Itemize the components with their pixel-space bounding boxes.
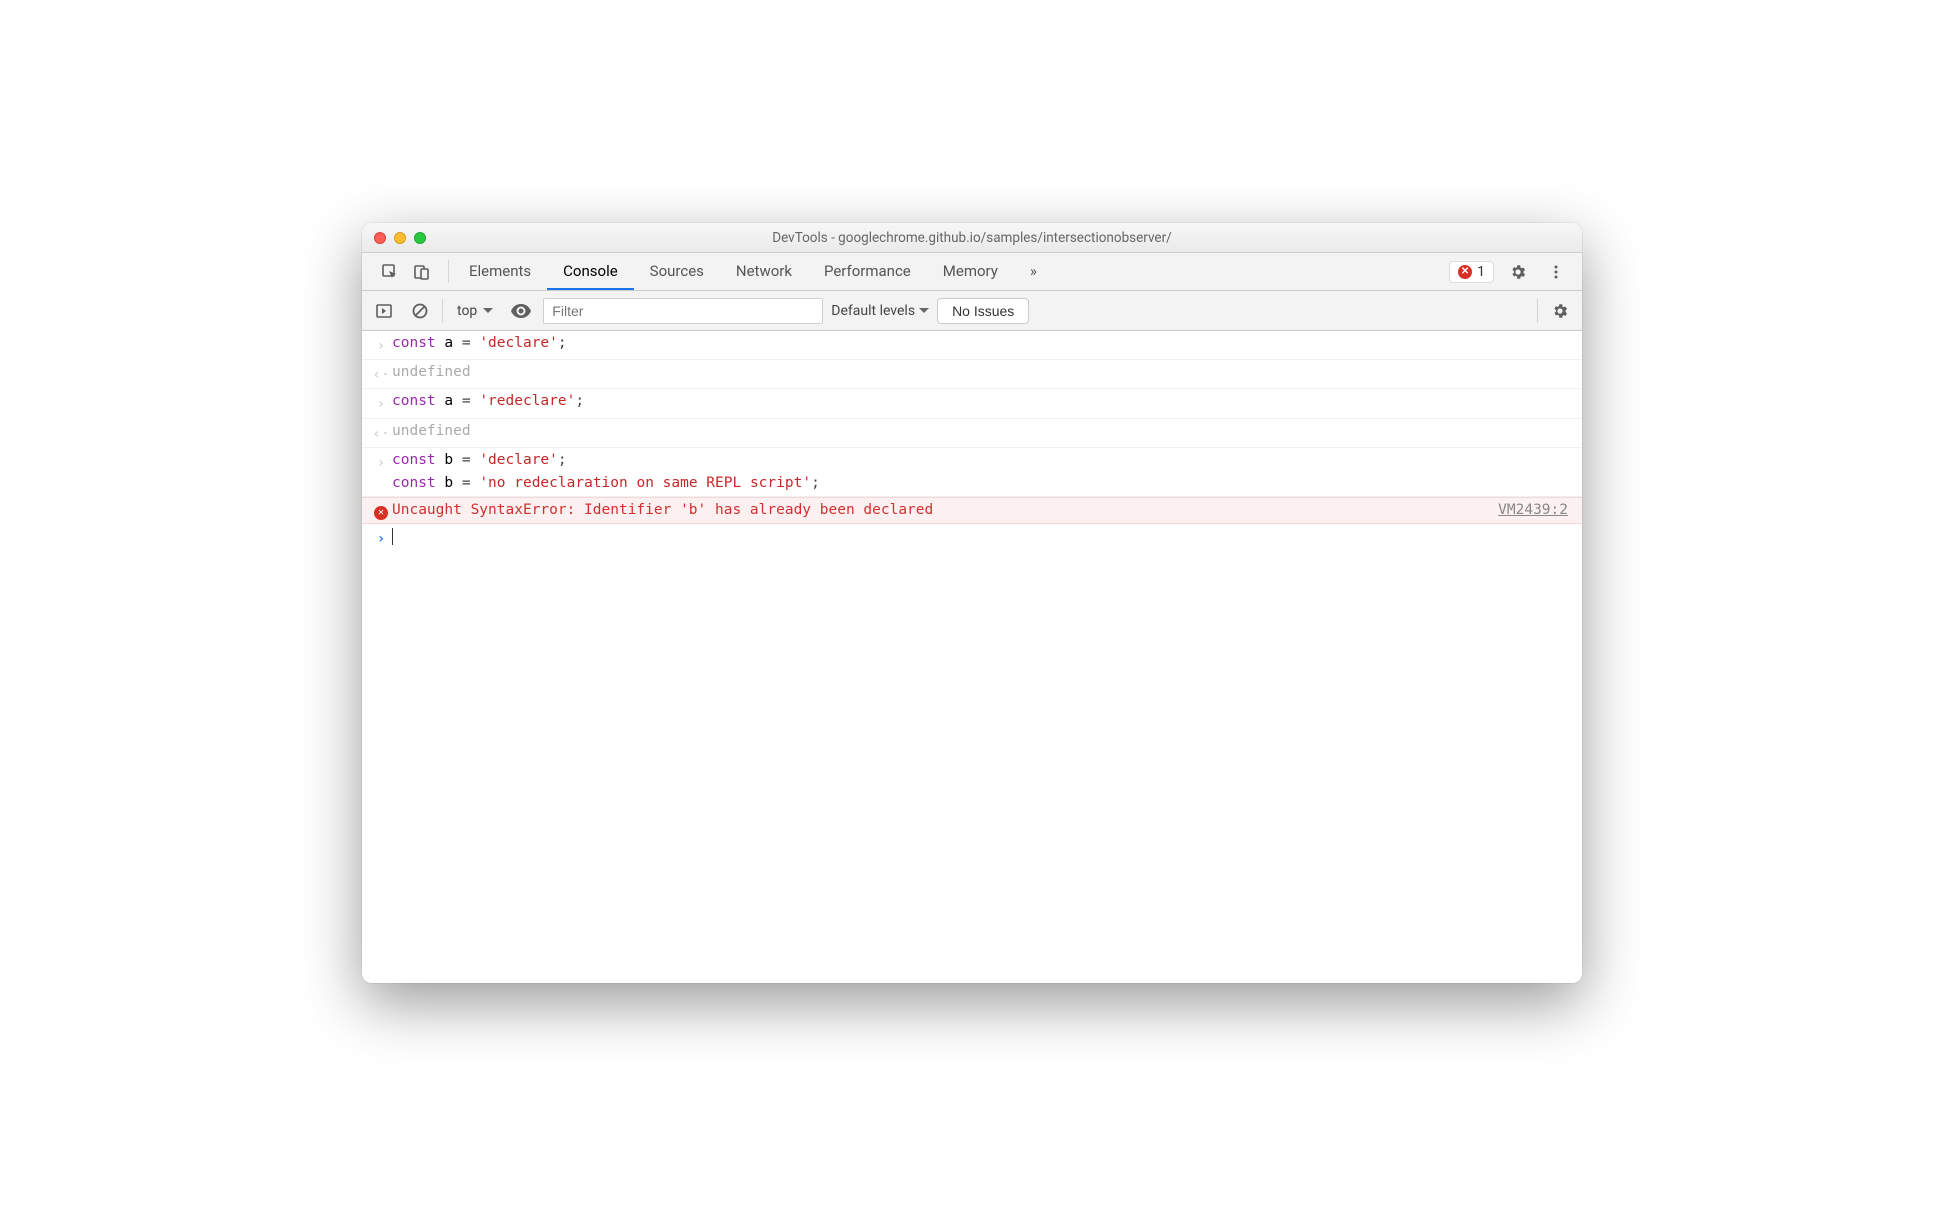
chevron-right-icon: › xyxy=(377,335,386,358)
sidebar-toggle-icon[interactable] xyxy=(370,297,398,325)
console-prompt-row[interactable]: › xyxy=(362,524,1582,552)
console-result: undefined xyxy=(392,361,1574,384)
tab-elements[interactable]: Elements xyxy=(453,253,547,290)
console-input-row: › const a = 'declare'; xyxy=(362,331,1582,360)
error-count: 1 xyxy=(1477,264,1485,280)
tab-more[interactable]: » xyxy=(1014,253,1053,290)
panel-tabs: Elements Console Sources Network Perform… xyxy=(453,253,1053,290)
console-code: const a = 'declare'; xyxy=(392,332,1574,355)
tab-console[interactable]: Console xyxy=(547,253,634,290)
chevron-left-icon: ‹· xyxy=(372,423,389,446)
console-result-row: ‹· undefined xyxy=(362,360,1582,389)
console-input-row: › const a = 'redeclare'; xyxy=(362,389,1582,418)
error-icon: ✕ xyxy=(374,506,388,520)
clear-console-icon[interactable] xyxy=(406,297,434,325)
issues-button[interactable]: No Issues xyxy=(937,298,1029,324)
error-message: Uncaught SyntaxError: Identifier 'b' has… xyxy=(392,499,1498,522)
console-result-row: ‹· undefined xyxy=(362,419,1582,448)
console-settings-icon[interactable] xyxy=(1546,297,1574,325)
tab-performance[interactable]: Performance xyxy=(808,253,927,290)
console-result: undefined xyxy=(392,420,1574,443)
chevron-right-icon: › xyxy=(377,393,386,416)
log-levels-label: Default levels xyxy=(831,303,915,319)
error-count-badge[interactable]: ✕ 1 xyxy=(1449,261,1494,283)
devtools-window: DevTools - googlechrome.github.io/sample… xyxy=(362,223,1582,983)
chevron-right-icon: › xyxy=(377,452,386,475)
chevron-right-icon: › xyxy=(377,528,386,551)
close-window-button[interactable] xyxy=(374,232,386,244)
log-levels-selector[interactable]: Default levels xyxy=(831,303,929,319)
console-code: const a = 'redeclare'; xyxy=(392,390,1574,413)
console-filter-bar: top Default levels No Issues xyxy=(362,291,1582,331)
inspect-element-icon[interactable] xyxy=(376,258,404,286)
error-source-link[interactable]: VM2439:2 xyxy=(1498,499,1568,522)
settings-icon[interactable] xyxy=(1504,258,1532,286)
live-expression-icon[interactable] xyxy=(507,297,535,325)
toolbar: Elements Console Sources Network Perform… xyxy=(362,253,1582,291)
console-code: const b = 'declare'; const b = 'no redec… xyxy=(392,449,1574,495)
filter-input[interactable] xyxy=(543,298,823,324)
context-label: top xyxy=(457,303,477,319)
window-controls xyxy=(362,232,426,244)
titlebar: DevTools - googlechrome.github.io/sample… xyxy=(362,223,1582,253)
tab-memory[interactable]: Memory xyxy=(927,253,1014,290)
console-output: › const a = 'declare'; ‹· undefined › co… xyxy=(362,331,1582,983)
chevron-left-icon: ‹· xyxy=(372,364,389,387)
tab-network[interactable]: Network xyxy=(720,253,808,290)
device-toolbar-icon[interactable] xyxy=(408,258,436,286)
console-prompt[interactable] xyxy=(392,525,1574,548)
console-error-row: ✕ Uncaught SyntaxError: Identifier 'b' h… xyxy=(362,497,1582,524)
tab-sources[interactable]: Sources xyxy=(634,253,720,290)
minimize-window-button[interactable] xyxy=(394,232,406,244)
context-selector[interactable]: top xyxy=(451,303,499,319)
window-title: DevTools - googlechrome.github.io/sample… xyxy=(362,230,1582,246)
error-icon: ✕ xyxy=(1458,265,1472,279)
console-input-row: › const b = 'declare'; const b = 'no red… xyxy=(362,448,1582,497)
more-options-icon[interactable] xyxy=(1542,258,1570,286)
maximize-window-button[interactable] xyxy=(414,232,426,244)
